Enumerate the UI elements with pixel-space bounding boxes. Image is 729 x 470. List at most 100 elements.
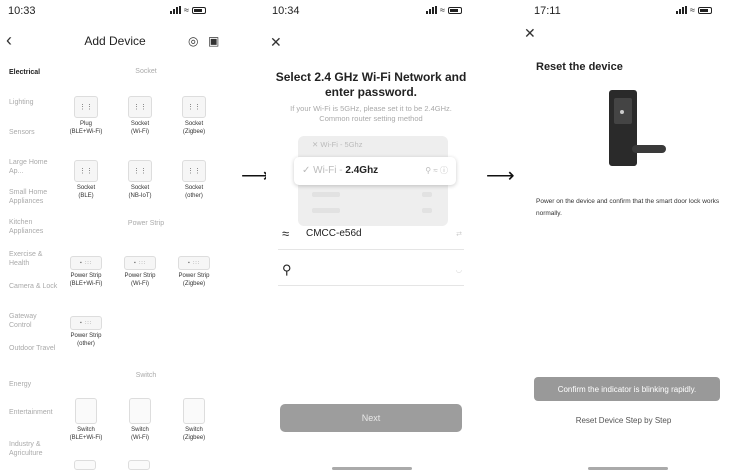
sidebar-item-sensors[interactable]: Sensors bbox=[9, 128, 61, 137]
sidebar-item-camera-lock[interactable]: Camera & Lock bbox=[9, 282, 61, 291]
device-power-strip-ble-wifi[interactable]: ▪ ∶∶∶ Power Strip (BLE+Wi-Fi) bbox=[58, 256, 114, 288]
device-label: Power Strip (Zigbee) bbox=[178, 273, 210, 287]
device-label: Power Strip (BLE+Wi-Fi) bbox=[69, 273, 103, 287]
wifi-24ghz-band: 2.4Ghz bbox=[345, 165, 379, 176]
device-socket-nb-iot[interactable]: ⋮⋮ Socket (NB-IoT) bbox=[118, 160, 162, 200]
close-icon[interactable]: ✕ bbox=[270, 34, 282, 51]
device-socket-zigbee[interactable]: ⋮⋮ Socket (Zigbee) bbox=[172, 96, 216, 136]
device-label: Switch (BLE+Wi-Fi) bbox=[69, 427, 103, 441]
socket-icon: ⋮⋮ bbox=[128, 160, 152, 182]
heading-line: Select 2.4 GHz Wi-Fi Network and bbox=[275, 70, 467, 84]
device-socket-ble[interactable]: ⋮⋮ Socket (BLE) bbox=[64, 160, 108, 200]
status-bar: 10:33 ≈ bbox=[0, 0, 230, 20]
sidebar-item-large-home-appliances[interactable]: Large Home Ap... bbox=[9, 158, 61, 176]
device-label: Power Strip (other) bbox=[70, 333, 102, 347]
sidebar-item-lighting[interactable]: Lighting bbox=[9, 98, 61, 107]
next-button[interactable]: Next bbox=[280, 404, 462, 432]
socket-icon: ⋮⋮ bbox=[182, 96, 206, 118]
device-power-strip-wifi[interactable]: ▪ ∶∶∶ Power Strip (Wi-Fi) bbox=[112, 256, 168, 288]
lock-icon: ⚲ bbox=[282, 262, 292, 277]
wifi-24ghz-prefix: Wi-Fi - bbox=[313, 165, 346, 176]
sidebar-item-electrical[interactable]: Electrical bbox=[9, 68, 61, 77]
page-title: Select 2.4 GHz Wi-Fi Network and enter p… bbox=[266, 70, 476, 100]
status-time: 17:11 bbox=[534, 5, 561, 17]
skeleton-line bbox=[312, 192, 340, 197]
sidebar-item-industry-agriculture[interactable]: Industry & Agriculture bbox=[9, 440, 61, 458]
battery-icon bbox=[191, 6, 206, 14]
reset-description: Power on the device and confirm that the… bbox=[536, 198, 720, 217]
ssid-value: CMCC-e56d bbox=[306, 228, 362, 239]
section-title-power-strip: Power Strip bbox=[127, 220, 165, 227]
device-label: Socket (BLE) bbox=[76, 185, 96, 199]
plug-icon: ⋮⋮ bbox=[74, 96, 98, 118]
device-label: Power Strip (Wi-Fi) bbox=[124, 273, 156, 287]
battery-icon bbox=[447, 6, 462, 14]
cellular-signal-icon bbox=[170, 6, 181, 14]
device-label: Socket (NB-IoT) bbox=[128, 185, 152, 199]
wifi-5ghz-band: 5Ghz bbox=[344, 140, 363, 149]
sidebar-item-entertainment[interactable]: Entertainment bbox=[9, 408, 61, 417]
power-strip-icon: ▪ ∶∶∶ bbox=[178, 256, 210, 270]
device-socket-wifi[interactable]: ⋮⋮ Socket (Wi-Fi) bbox=[118, 96, 162, 136]
sidebar-item-exercise-health[interactable]: Exercise & Health bbox=[9, 250, 61, 268]
reset-device-screen: 17:11 ≈ ✕ Reset the device Power on the … bbox=[518, 0, 729, 470]
sidebar-item-energy[interactable]: Energy bbox=[9, 380, 61, 389]
wifi-select-screen: 10:34 ≈ ✕ Select 2.4 GHz Wi-Fi Network a… bbox=[266, 0, 476, 470]
device-socket-other[interactable]: ⋮⋮ Socket (other) bbox=[172, 160, 216, 200]
wifi-hint: If your Wi-Fi is 5GHz, please set it to … bbox=[266, 104, 476, 124]
qr-scan-icon[interactable]: ▣ bbox=[208, 34, 219, 48]
add-device-screen: 10:33 ≈ ‹ Add Device ◎ ▣ Electrical Ligh… bbox=[0, 0, 230, 470]
power-strip-icon: ▪ ∶∶∶ bbox=[70, 256, 102, 270]
confirm-blinking-button[interactable]: Confirm the indicator is blinking rapidl… bbox=[534, 377, 720, 401]
wall-switch-icon bbox=[75, 398, 97, 424]
power-strip-icon: ▪ ∶∶∶ bbox=[124, 256, 156, 270]
device-switch-wifi[interactable]: Switch (Wi-Fi) bbox=[118, 398, 162, 442]
device-plug-ble-wifi[interactable]: ⋮⋮ Plug (BLE+Wi-Fi) bbox=[64, 96, 108, 136]
ssid-field[interactable]: ≈ CMCC-e56d ⇄ bbox=[278, 222, 464, 250]
reset-steps-link[interactable]: Reset Device Step by Step bbox=[518, 416, 729, 425]
sidebar-item-gateway-control[interactable]: Gateway Control bbox=[9, 312, 61, 330]
wifi-5ghz-prefix: Wi-Fi - bbox=[320, 140, 345, 149]
lock-handle bbox=[632, 145, 666, 153]
status-time: 10:34 bbox=[272, 5, 300, 17]
wall-switch-icon bbox=[129, 398, 151, 424]
step-arrow-icon: ⟶ bbox=[486, 165, 515, 187]
wifi-24ghz-row: ✓ Wi-Fi - 2.4Ghz ⚲ ≈ ⓘ bbox=[294, 157, 456, 185]
device-switch-zigbee[interactable]: Switch (Zigbee) bbox=[172, 398, 216, 442]
device-label: Plug (BLE+Wi-Fi) bbox=[69, 121, 103, 135]
eye-closed-icon[interactable]: ◡ bbox=[456, 266, 462, 274]
router-setting-link[interactable]: Common router setting method bbox=[266, 114, 476, 124]
wifi-5ghz-row: ✕ Wi-Fi - 5Ghz bbox=[312, 140, 362, 149]
sidebar-item-kitchen-appliances[interactable]: Kitchen Appliances bbox=[9, 218, 61, 236]
device-label: Switch (Zigbee) bbox=[182, 427, 206, 441]
socket-icon: ⋮⋮ bbox=[182, 160, 206, 182]
device-switch-ble-wifi[interactable]: Switch (BLE+Wi-Fi) bbox=[64, 398, 108, 442]
heading-line: enter password. bbox=[324, 85, 418, 99]
sidebar-item-small-home-appliances[interactable]: Small Home Appliances bbox=[9, 188, 61, 206]
socket-icon: ⋮⋮ bbox=[74, 160, 98, 182]
device-power-strip-other[interactable]: ▪ ∶∶∶ Power Strip (other) bbox=[58, 316, 114, 348]
status-icons: ≈ bbox=[170, 6, 206, 15]
sidebar-item-outdoor-travel[interactable]: Outdoor Travel bbox=[9, 344, 61, 353]
close-icon[interactable]: ✕ bbox=[524, 25, 536, 42]
skeleton-line bbox=[312, 208, 340, 213]
password-field[interactable]: ⚲ ◡ bbox=[278, 258, 464, 286]
device-label: Switch (Wi-Fi) bbox=[131, 427, 149, 441]
hint-line: If your Wi-Fi is 5GHz, please set it to … bbox=[290, 104, 452, 113]
device-label: Socket (Wi-Fi) bbox=[130, 121, 150, 135]
socket-icon: ⋮⋮ bbox=[128, 96, 152, 118]
skeleton-line bbox=[422, 208, 432, 213]
device-power-strip-zigbee[interactable]: ▪ ∶∶∶ Power Strip (Zigbee) bbox=[166, 256, 222, 288]
lock-indicator-led bbox=[620, 110, 624, 114]
status-icons: ≈ bbox=[426, 6, 462, 15]
password-input[interactable] bbox=[306, 262, 436, 280]
wall-switch-icon bbox=[128, 460, 150, 470]
auto-scan-icon[interactable]: ◎ bbox=[188, 34, 198, 48]
cellular-signal-icon bbox=[426, 6, 437, 14]
switch-network-icon[interactable]: ⇄ bbox=[456, 230, 462, 238]
lock-wifi-info-icon: ⚲ ≈ ⓘ bbox=[425, 166, 448, 175]
lock-body bbox=[609, 90, 637, 166]
skeleton-line bbox=[422, 192, 432, 197]
status-bar: 17:11 ≈ bbox=[518, 0, 729, 20]
wifi-icon: ≈ bbox=[282, 226, 290, 241]
